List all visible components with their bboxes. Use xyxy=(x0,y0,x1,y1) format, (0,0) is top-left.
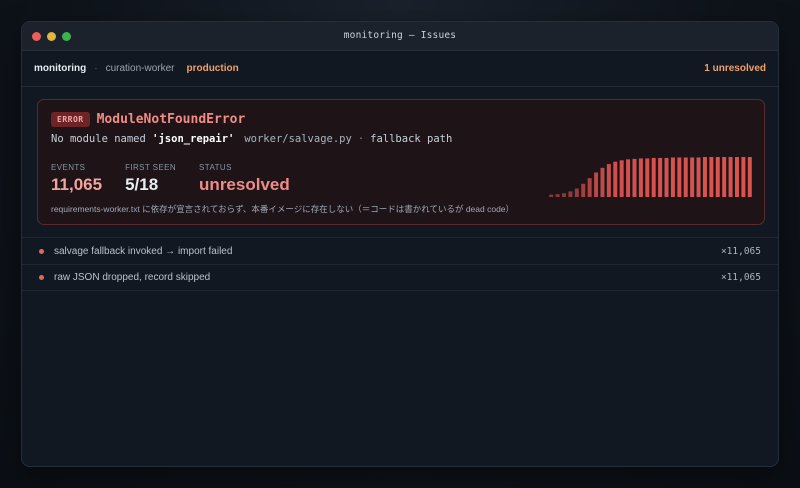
sparkline-bar xyxy=(632,158,637,197)
issue-stats: EVENTS 11,065 FIRST SEEN 5/18 STATUS unr… xyxy=(51,163,313,195)
event-row[interactable]: raw JSON dropped, record skipped ×11,065 xyxy=(22,264,778,291)
sparkline-bar xyxy=(670,157,675,197)
sparkline-bar xyxy=(677,157,682,197)
exception-message: No module named 'json_repair' worker/salv… xyxy=(51,133,452,145)
status-value[interactable]: unresolved xyxy=(199,175,290,195)
event-list: salvage fallback invoked → import failed… xyxy=(22,237,778,291)
title-bar: monitoring — Issues xyxy=(22,22,778,51)
event-text: raw JSON dropped, record skipped xyxy=(54,272,211,283)
sparkline-bar xyxy=(568,191,573,197)
event-indicator-icon xyxy=(39,248,44,254)
sparkline-bar xyxy=(555,194,560,197)
breadcrumb: monitoring · curation-worker production … xyxy=(22,51,778,87)
message-separator: · xyxy=(357,133,365,145)
sparkline-bar xyxy=(722,157,727,197)
breadcrumb-separator: · xyxy=(94,63,98,74)
sparkline-bar xyxy=(747,157,752,197)
sparkline-bar xyxy=(658,157,663,197)
event-indicator-icon xyxy=(39,275,44,280)
sparkline-bar xyxy=(715,157,720,197)
event-row[interactable]: salvage fallback invoked → import failed… xyxy=(22,237,778,264)
event-count: ×11,065 xyxy=(720,245,761,257)
sparkline-bar xyxy=(728,157,733,197)
stat-first-seen: FIRST SEEN 5/18 xyxy=(125,163,176,195)
breadcrumb-service[interactable]: curation-worker xyxy=(106,63,175,74)
sparkline-bar xyxy=(619,160,624,197)
event-count: ×11,065 xyxy=(720,272,761,283)
stat-label: EVENTS xyxy=(51,163,86,172)
sparkline-bar xyxy=(594,172,599,197)
sparkline-bar xyxy=(626,159,631,197)
sparkline-bar xyxy=(735,157,739,197)
sparkline-bar xyxy=(741,157,746,197)
sparkline-bar xyxy=(709,157,714,197)
sparkline-bar xyxy=(651,157,656,197)
stat-label: STATUS xyxy=(199,163,232,172)
sparkline-bar xyxy=(696,157,701,197)
sparkline-bar xyxy=(600,167,605,197)
unresolved-count[interactable]: 1 unresolved xyxy=(704,63,766,74)
sparkline-bar xyxy=(606,164,611,197)
sparkline-bar xyxy=(702,157,707,197)
stat-label: FIRST SEEN xyxy=(125,163,177,172)
sparkline-bar xyxy=(690,157,695,197)
event-text: salvage fallback invoked → import failed xyxy=(54,245,233,257)
issue-note: requirements-worker.txt に依存が宣言されておらず、本番イ… xyxy=(51,204,515,214)
issue-context: fallback path xyxy=(370,133,453,145)
message-prefix: No module named xyxy=(51,133,153,145)
stat-status: STATUS unresolved xyxy=(199,163,290,195)
window-title: monitoring — Issues xyxy=(343,30,457,41)
sparkline-bar xyxy=(683,157,688,197)
source-file[interactable]: worker/salvage.py xyxy=(244,133,351,145)
sparkline-bar xyxy=(562,193,566,197)
stat-events: EVENTS 11,065 xyxy=(51,163,102,195)
sparkline-bar xyxy=(549,194,554,197)
issue-header: ERROR ModuleNotFoundError xyxy=(51,112,245,127)
issue-card[interactable]: ERROR ModuleNotFoundError No module name… xyxy=(37,99,765,225)
environment-badge[interactable]: production xyxy=(186,63,238,74)
first-seen-date: 5/18 xyxy=(125,175,159,194)
error-level-badge: ERROR xyxy=(51,112,90,127)
sparkline-bar xyxy=(638,158,643,197)
module-name: 'json_repair' xyxy=(152,133,235,145)
sparkline-bar xyxy=(645,158,650,197)
breadcrumb-project[interactable]: monitoring xyxy=(34,63,86,74)
app-window: monitoring — Issues monitoring · curatio… xyxy=(21,21,779,467)
sparkline-bar xyxy=(664,157,669,197)
sparkline-bar xyxy=(574,188,579,197)
events-count: 11,065 xyxy=(51,175,103,194)
sparkline-bar xyxy=(613,161,618,197)
event-frequency-sparkline xyxy=(549,157,752,197)
sparkline-bar xyxy=(581,183,586,197)
exception-type: ModuleNotFoundError xyxy=(96,112,246,127)
sparkline-bar xyxy=(587,178,592,197)
